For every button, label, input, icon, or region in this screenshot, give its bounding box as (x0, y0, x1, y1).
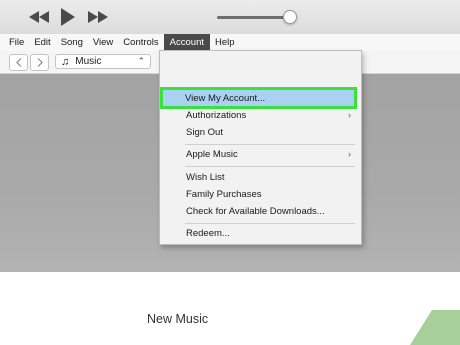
menu-item-check-downloads[interactable]: Check for Available Downloads... (160, 204, 361, 219)
chevron-right-icon: › (348, 110, 351, 120)
menu-item-label: Check for Available Downloads... (186, 206, 325, 217)
menu-edit[interactable]: Edit (29, 34, 55, 51)
menu-item-label: Wish List (186, 172, 225, 183)
menu-item-authorizations[interactable]: Authorizations › (160, 108, 361, 123)
volume-knob[interactable] (283, 10, 297, 24)
menu-item-label: Sign Out (186, 127, 223, 138)
rewind-icon[interactable] (28, 0, 50, 34)
play-icon[interactable] (58, 0, 78, 34)
menu-file[interactable]: File (0, 34, 29, 51)
source-label: Music (75, 56, 102, 67)
menu-item-label: Authorizations (186, 110, 247, 121)
highlighted-item-label: View My Account... (185, 93, 266, 104)
menu-account[interactable]: Account (163, 34, 210, 51)
chevron-right-icon[interactable] (30, 54, 49, 71)
chevron-left-icon[interactable] (9, 54, 28, 71)
chevron-right-icon: › (348, 149, 351, 159)
menu-song[interactable]: Song (56, 34, 88, 51)
media-source-selector[interactable]: ♫ Music ⌃ (55, 54, 151, 69)
menu-view[interactable]: View (88, 34, 118, 51)
menu-item-label: Apple Music (186, 149, 238, 160)
menu-item-label: Family Purchases (186, 189, 262, 200)
menu-controls[interactable]: Controls (118, 34, 163, 51)
account-dropdown-menu: View My Account... Authorizations › Sign… (159, 50, 362, 245)
menu-item-family-purchases[interactable]: Family Purchases (160, 187, 361, 202)
fast-forward-icon[interactable] (87, 0, 109, 34)
menu-bar: File Edit Song View Controls Account Hel… (0, 34, 460, 51)
album-art-thumbnail[interactable] (410, 310, 460, 345)
menu-item-label: Redeem... (186, 228, 230, 239)
menu-item-redeem[interactable]: Redeem... (160, 226, 361, 241)
menu-separator (185, 223, 355, 224)
player-bar (0, 0, 460, 34)
section-title: New Music (147, 312, 209, 326)
menu-help[interactable]: Help (210, 34, 240, 51)
volume-slider[interactable] (217, 16, 289, 19)
menu-item-wish-list[interactable]: Wish List (160, 170, 361, 185)
lower-content (0, 272, 460, 345)
menu-item-sign-out[interactable]: Sign Out (160, 125, 361, 140)
music-note-icon: ♫ (61, 55, 70, 68)
menu-separator (185, 166, 355, 167)
menu-separator (185, 144, 355, 145)
menu-item-apple-music[interactable]: Apple Music › (160, 147, 361, 162)
up-down-arrows-icon: ⌃ (137, 56, 145, 66)
